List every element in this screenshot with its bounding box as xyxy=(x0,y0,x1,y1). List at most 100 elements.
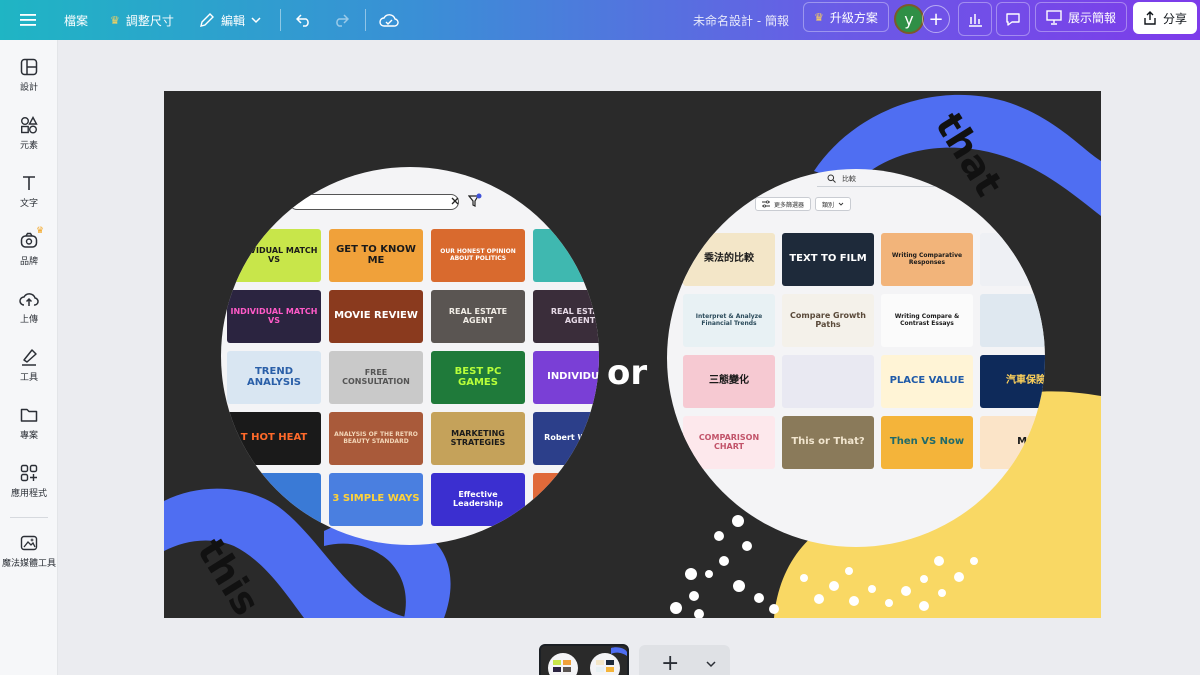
template-title: Writing Compare & Contrast Essays xyxy=(894,313,960,327)
more-filters-button[interactable]: 更多篩選器 xyxy=(755,197,812,211)
template-thumbnail[interactable]: T HOT HEAT xyxy=(227,412,321,465)
template-thumbnail[interactable]: 汽車保險 xyxy=(980,355,1045,408)
insights-button[interactable] xyxy=(958,2,992,36)
sidebar-item-label: 上傳 xyxy=(19,315,38,325)
toolbar-divider xyxy=(280,9,281,31)
redo-button[interactable] xyxy=(333,0,349,40)
clear-search-icon[interactable] xyxy=(451,197,459,205)
design-canvas[interactable]: INDIVIDUAL MATCH VS GET TO KNOW ME OUR HON… xyxy=(164,91,1101,618)
template-thumbnail[interactable] xyxy=(782,355,874,408)
template-thumbnail[interactable]: INDIVIDUAL MATCH VS xyxy=(227,290,321,343)
share-icon xyxy=(1144,11,1156,25)
sidebar-item-tools[interactable]: 工具 xyxy=(0,348,58,383)
edit-mode-button[interactable]: 編輯 xyxy=(199,0,261,40)
hamburger-menu-icon xyxy=(20,14,36,26)
cloud-check-icon xyxy=(379,14,399,27)
template-title: BEST PC GAMES xyxy=(454,366,502,388)
filter-icon[interactable] xyxy=(468,193,482,209)
template-thumbnail[interactable]: GET TO KNOW ME xyxy=(329,229,423,282)
template-title: T HOT HEAT xyxy=(240,432,308,444)
avatar[interactable]: y xyxy=(894,4,924,34)
template-thumbnail[interactable]: REAL ESTATE AGENT xyxy=(431,290,525,343)
sidebar-item-label: 文字 xyxy=(19,199,38,209)
template-title: TEXT TO FILM xyxy=(789,253,867,265)
file-menu-button[interactable]: 檔案 xyxy=(64,0,88,40)
template-thumbnail[interactable]: 三態變化 xyxy=(683,355,775,408)
template-thumbnail[interactable]: Then VS Now xyxy=(881,416,973,469)
template-thumbnail[interactable] xyxy=(533,229,599,282)
template-thumbnail[interactable]: COMPARISON CHART xyxy=(683,416,775,469)
sidebar-item-brand[interactable]: ♛ 品牌 xyxy=(0,226,58,267)
pen-tool-icon xyxy=(22,349,37,366)
resize-button[interactable]: ♛ 調整尺寸 xyxy=(110,0,174,40)
template-title: INDIVIDUAL MATCH VS xyxy=(230,307,318,325)
share-label: 分享 xyxy=(1162,11,1187,26)
template-grid: 乘法的比較 TEXT TO FILM Writing Comparative Res… xyxy=(683,233,1045,469)
magic-media-icon xyxy=(20,535,38,551)
page-thumbnail-1[interactable] xyxy=(539,644,629,675)
template-thumbnail[interactable]: BEST PC GAMES xyxy=(431,351,525,404)
comments-button[interactable] xyxy=(996,2,1030,36)
toolbar-divider xyxy=(365,9,366,31)
sidebar-item-magic-media[interactable]: 魔法媒體工具 xyxy=(0,534,58,569)
template-thumbnail[interactable]: Compare Growth Paths xyxy=(782,294,874,347)
add-page-button[interactable]: + xyxy=(639,645,730,675)
invite-collaborator-button[interactable]: + xyxy=(922,5,950,33)
upgrade-button[interactable]: ♛ 升級方案 xyxy=(803,2,889,32)
menu-button[interactable] xyxy=(20,0,36,40)
template-thumbnail[interactable] xyxy=(980,294,1045,347)
sidebar-item-projects[interactable]: 專案 xyxy=(0,406,58,441)
template-title: MA xyxy=(1017,436,1035,448)
template-thumbnail[interactable]: OUR HONEST OPINION ABOUT POLITICS xyxy=(431,229,525,282)
template-thumbnail[interactable] xyxy=(980,233,1045,286)
template-thumbnail[interactable]: Interpret & Analyze Financial Trends xyxy=(683,294,775,347)
edit-mode-label: 編輯 xyxy=(221,13,246,28)
sidebar-item-label: 應用程式 xyxy=(10,489,47,499)
template-thumbnail[interactable]: TEXT TO FILM xyxy=(782,233,874,286)
cloud-save-button[interactable] xyxy=(379,0,399,40)
template-thumbnail[interactable]: ANALYSIS OF THE RETRO BEAUTY STANDARD xyxy=(329,412,423,465)
template-thumbnail[interactable] xyxy=(533,473,599,526)
template-thumbnail[interactable]: MA xyxy=(980,416,1045,469)
template-thumbnail[interactable]: MARKETING STRATEGIES xyxy=(431,412,525,465)
template-title: 3 SIMPLE WAYS xyxy=(332,493,420,505)
template-title: 三態變化 xyxy=(709,375,749,387)
template-title: Compare Growth Paths xyxy=(790,311,866,329)
chevron-down-icon[interactable] xyxy=(706,659,716,669)
template-thumbnail[interactable]: MOVIE REVIEW xyxy=(329,290,423,343)
sidebar-item-uploads[interactable]: 上傳 xyxy=(0,290,58,325)
search-input[interactable] xyxy=(289,194,459,210)
template-title: 乘法的比較 xyxy=(704,253,754,265)
template-thumbnail[interactable]: FREE CONSULTATION xyxy=(329,351,423,404)
sidebar-item-elements[interactable]: 元素 xyxy=(0,116,58,151)
template-thumbnail[interactable]: PLACE VALUE xyxy=(881,355,973,408)
template-thumbnail[interactable]: Effective Leadership xyxy=(431,473,525,526)
share-button[interactable]: 分享 xyxy=(1133,2,1197,34)
template-thumbnail[interactable]: Writing Comparative Responses xyxy=(881,233,973,286)
present-button[interactable]: 展示簡報 xyxy=(1035,2,1128,32)
search-icon xyxy=(827,174,836,183)
template-thumbnail[interactable]: INDIVIDUAL MATCH VS xyxy=(227,229,321,282)
template-thumbnail[interactable]: 3 SIMPLE WAYS xyxy=(329,473,423,526)
chevron-down-icon xyxy=(838,202,844,206)
template-thumbnail[interactable]: TREND ANALYSIS xyxy=(227,351,321,404)
redo-icon xyxy=(336,14,349,27)
template-title: This or That? xyxy=(791,436,865,448)
template-thumbnail[interactable] xyxy=(227,473,321,526)
template-thumbnail[interactable]: REAL ESTATE AGENT xyxy=(533,290,599,343)
sidebar-item-design[interactable]: 設計 xyxy=(0,58,58,93)
template-thumbnail[interactable]: This or That? xyxy=(782,416,874,469)
template-thumbnail[interactable]: Writing Compare & Contrast Essays xyxy=(881,294,973,347)
undo-button[interactable] xyxy=(296,0,312,40)
category-dropdown[interactable]: 類別 xyxy=(815,197,852,211)
template-title: Effective Leadership xyxy=(453,490,503,508)
template-thumbnail[interactable]: INDIVIDUAL xyxy=(533,351,599,404)
sidebar-item-text[interactable]: 文字 xyxy=(0,174,58,209)
template-thumbnail[interactable]: Robert Williams xyxy=(533,412,599,465)
sidebar-item-apps[interactable]: 應用程式 xyxy=(0,464,58,499)
sidebar-item-label: 魔法媒體工具 xyxy=(1,559,56,569)
sidebar-item-label: 元素 xyxy=(19,141,38,151)
template-thumbnail[interactable]: 乘法的比較 xyxy=(683,233,775,286)
document-title[interactable]: 未命名設計 - 簡報 xyxy=(693,0,789,40)
crown-icon: ♛ xyxy=(110,13,120,27)
